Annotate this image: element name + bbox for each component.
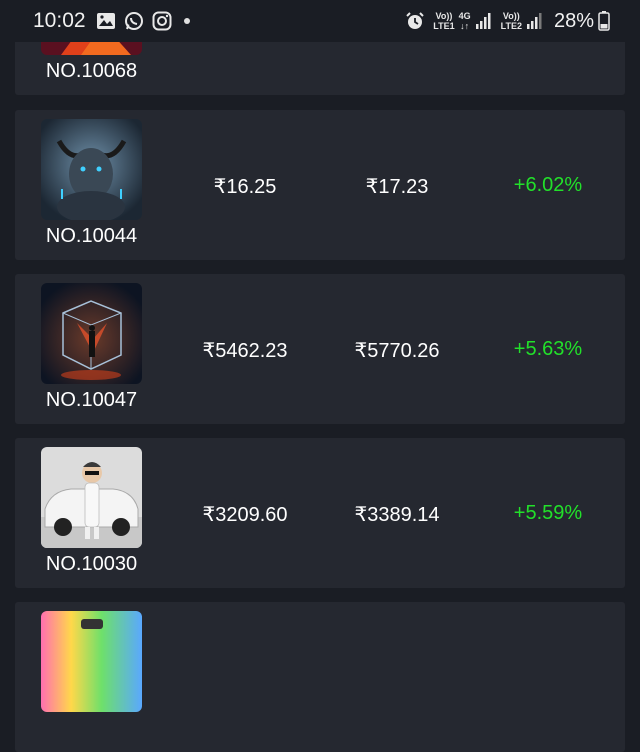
list-item[interactable]: NO.10044 ₹16.25 ₹17.23 +6.02% [15,110,625,260]
nft-thumbnail-cube [41,283,142,384]
price-buy: ₹16.25 [213,176,277,198]
nft-list: NO.10068 NO.10044 ₹16.25 ₹17.23 +6.02% N… [0,0,640,752]
percent-change: +6.02% [513,174,583,196]
list-item[interactable]: NO.10047 ₹5462.23 ₹5770.26 +5.63% [15,274,625,424]
nft-thumbnail [41,611,142,712]
signal-icon [526,13,544,29]
price-sell: ₹17.23 [365,176,429,198]
gallery-icon [96,12,116,30]
more-notifications-dot [183,18,190,24]
price-sell: ₹3389.14 [354,504,440,526]
item-number: NO.10044 [45,225,138,247]
network-type: 4G ↓↑ [458,11,471,31]
instagram-icon [152,11,172,31]
whatsapp-icon [124,11,144,31]
signal-icon [475,13,493,29]
price-buy: ₹3209.60 [202,504,288,526]
nft-thumbnail-bull [41,119,142,220]
nft-thumbnail-baby-car [41,447,142,548]
alarm-icon [405,11,425,31]
list-item[interactable] [15,602,625,752]
sim2-label: Vo)) LTE2 [500,11,522,31]
clock: 10:02 [33,9,86,32]
status-bar: 10:02 Vo)) LTE1 4G ↓↑ Vo)) LTE2 28% [0,0,640,42]
percent-change: +5.59% [513,502,583,524]
price-sell: ₹5770.26 [354,340,440,362]
percent-change: +5.63% [513,338,583,360]
price-buy: ₹5462.23 [202,340,288,362]
list-item[interactable]: NO.10030 ₹3209.60 ₹3389.14 +5.59% [15,438,625,588]
sim1-label: Vo)) LTE1 [433,11,455,31]
battery-icon [598,11,610,31]
item-number: NO.10047 [45,389,138,411]
battery-percent: 28% [553,9,594,32]
item-number: NO.10068 [45,60,138,82]
item-number: NO.10030 [45,553,138,575]
